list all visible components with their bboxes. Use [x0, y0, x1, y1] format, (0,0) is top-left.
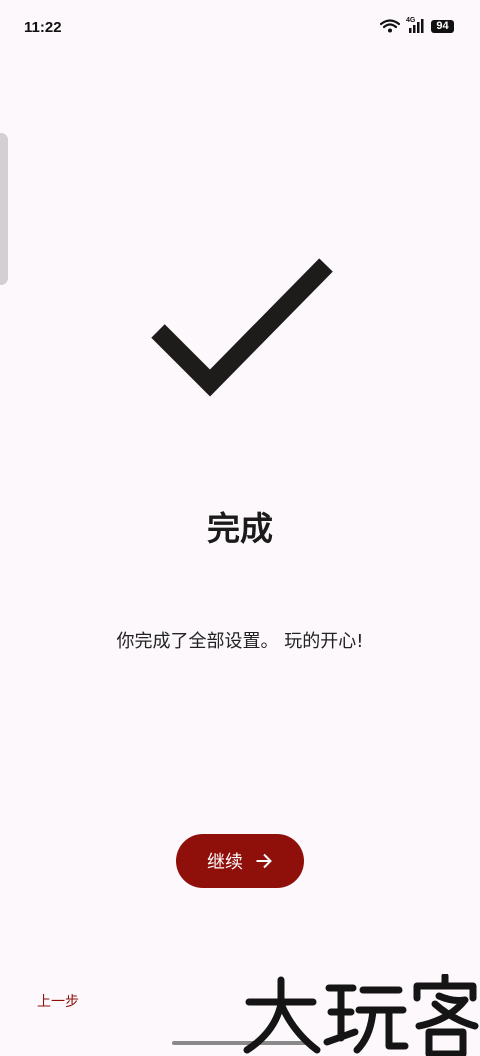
checkmark-icon — [151, 258, 333, 397]
battery-icon: 94 — [431, 19, 454, 33]
arrow-right-icon — [256, 853, 272, 869]
status-time: 11:22 — [24, 19, 62, 36]
page-title: 完成 — [207, 509, 273, 548]
watermark-logo — [243, 974, 479, 1056]
cellular-signal-icon: 4G — [406, 17, 425, 33]
wifi-icon — [380, 19, 400, 33]
edge-panel-handle[interactable] — [0, 133, 8, 285]
status-icons: 4G 94 — [380, 17, 454, 33]
continue-button-label: 继续 — [207, 852, 243, 873]
back-button[interactable]: 上一步 — [37, 991, 79, 1011]
continue-button[interactable]: 继续 — [176, 834, 304, 888]
completion-message: 你完成了全部设置。 玩的开心! — [116, 631, 364, 652]
status-bar: 11:22 4G 94 — [0, 0, 480, 56]
